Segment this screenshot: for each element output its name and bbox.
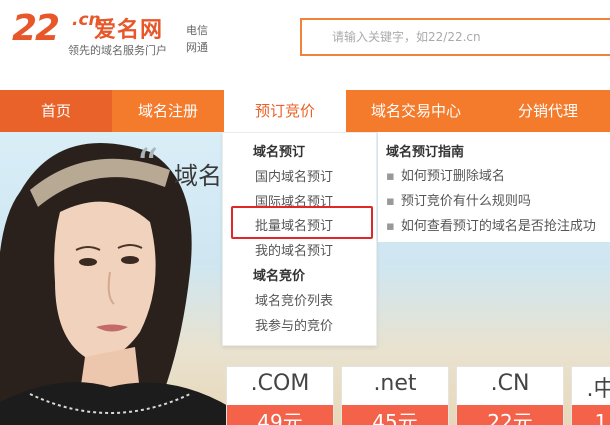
isp-telecom: 电信 xyxy=(186,24,208,37)
guide-link-text: 如何预订删除域名 xyxy=(400,169,505,184)
dropdown-group-bidding-title: 域名竞价 xyxy=(253,269,306,284)
card-extension: .net xyxy=(373,371,417,396)
isp-labels: 电信 网通 xyxy=(186,22,216,56)
quote-mark: “ xyxy=(136,140,159,191)
card-price: 1 xyxy=(572,405,610,425)
price-card-com[interactable]: .COM 49元 xyxy=(226,366,334,425)
guide-title: 域名预订指南 xyxy=(386,145,465,160)
guide-link[interactable]: ▪ 如何查看预订的域名是否抢注成功 xyxy=(386,215,596,234)
nav-domain-trading[interactable]: 域名交易中心 xyxy=(346,90,486,132)
menu-item-my-reservations[interactable]: 我的域名预订 xyxy=(255,240,333,259)
logo-site-name: 爱名网 xyxy=(94,18,164,43)
bullet-icon: ▪ xyxy=(386,194,395,209)
guide-link-text: 如何查看预订的域名是否抢注成功 xyxy=(400,219,596,234)
price-card-cn[interactable]: .CN 22元 xyxy=(456,366,564,425)
card-extension: .CN xyxy=(490,371,530,396)
logo-tagline: 领先的域名服务门户 xyxy=(68,44,167,57)
bullet-icon: ▪ xyxy=(386,219,395,234)
reservation-guide-panel: 域名预订指南 ▪ 如何预订删除域名 ▪ 预订竞价有什么规则吗 ▪ 如何查看预订的域名是… xyxy=(378,132,610,242)
price-card-zhong[interactable]: .中 1 xyxy=(571,366,610,425)
menu-item-my-bids[interactable]: 我参与的竞价 xyxy=(255,315,333,334)
reservation-dropdown-menu: 域名预订 国内域名预订 国际域名预订 批量域名预订 我的域名预订 域名竞价 域名… xyxy=(222,132,377,346)
price-card-net[interactable]: .net 45元 xyxy=(341,366,449,425)
banner-headline: 域名 xyxy=(174,162,222,190)
card-price: 49元 xyxy=(227,405,333,425)
card-price: 45元 xyxy=(342,405,448,425)
main-nav: 首页 域名注册 预订竞价 域名交易中心 分销代理 xyxy=(0,90,610,132)
menu-item-domestic-reservation[interactable]: 国内域名预订 xyxy=(255,166,333,185)
card-extension: .COM xyxy=(250,371,310,396)
nav-domain-registration[interactable]: 域名注册 xyxy=(112,90,224,132)
guide-link[interactable]: ▪ 预订竞价有什么规则吗 xyxy=(386,190,531,209)
guide-link-text: 预订竞价有什么规则吗 xyxy=(400,194,531,209)
nav-reservation-bidding[interactable]: 预订竞价 xyxy=(224,90,346,132)
search-input[interactable] xyxy=(302,20,610,54)
nav-reseller[interactable]: 分销代理 xyxy=(486,90,610,132)
logo-number: 22 xyxy=(12,8,60,49)
card-extension: .中 xyxy=(586,377,610,402)
isp-netcom: 网通 xyxy=(186,41,208,54)
menu-item-bidding-list[interactable]: 域名竞价列表 xyxy=(255,290,333,309)
site-header: 22 .cn 爱名网 领先的域名服务门户 电信 网通 xyxy=(0,0,610,90)
nav-home[interactable]: 首页 xyxy=(0,90,112,132)
bullet-icon: ▪ xyxy=(386,169,395,184)
dropdown-group-reservation-title: 域名预订 xyxy=(253,145,306,160)
guide-link[interactable]: ▪ 如何预订删除域名 xyxy=(386,165,505,184)
search-box xyxy=(300,18,610,56)
card-price: 22元 xyxy=(457,405,563,425)
menu-item-bulk-reservation[interactable]: 批量域名预订 xyxy=(255,215,333,234)
site-logo[interactable]: 22 .cn 爱名网 领先的域名服务门户 xyxy=(12,6,184,62)
